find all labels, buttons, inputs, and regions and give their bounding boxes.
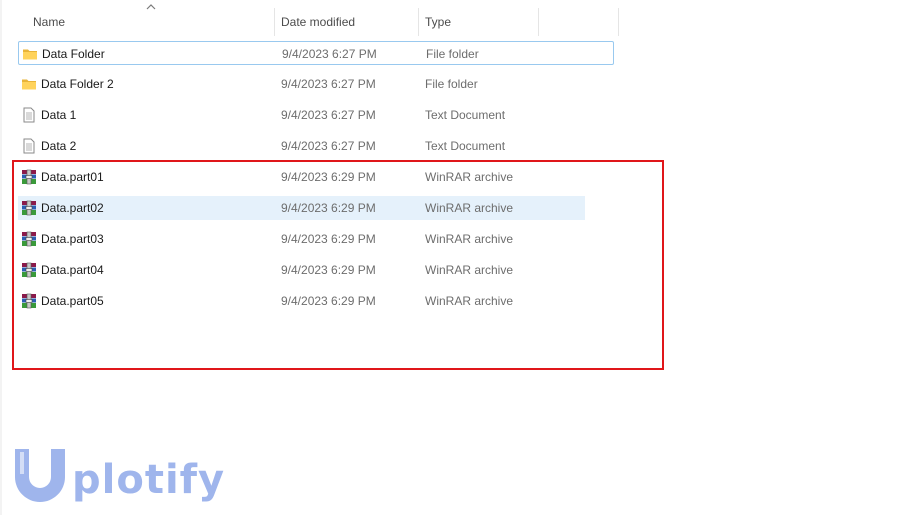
file-row-data-folder[interactable]: Data Folder 9/4/2023 6:27 PM File folder bbox=[18, 41, 614, 65]
file-date-modified: 9/4/2023 6:27 PM bbox=[282, 47, 377, 61]
watermark-logo: plotify bbox=[12, 446, 226, 503]
column-header-type[interactable]: Type bbox=[425, 8, 451, 36]
column-separator[interactable] bbox=[418, 8, 419, 36]
sort-ascending-icon bbox=[146, 4, 156, 10]
folder-icon bbox=[23, 49, 37, 60]
file-name: Data Folder bbox=[42, 47, 105, 61]
watermark-text: plotify bbox=[72, 457, 226, 503]
file-type: File folder bbox=[426, 47, 479, 61]
file-type: Text Document bbox=[425, 108, 506, 122]
file-row-data-1[interactable]: Data 1 9/4/2023 6:27 PM Text Document bbox=[18, 103, 614, 127]
folder-icon bbox=[22, 79, 36, 90]
column-separator[interactable] bbox=[538, 8, 539, 36]
highlight-box bbox=[12, 160, 664, 370]
column-separator[interactable] bbox=[618, 8, 619, 36]
uplotify-u-logo-icon bbox=[15, 449, 65, 502]
text-document-icon bbox=[23, 138, 35, 154]
file-row-data-2[interactable]: Data 2 9/4/2023 6:27 PM Text Document bbox=[18, 134, 614, 158]
file-type: Text Document bbox=[425, 139, 506, 153]
file-date-modified: 9/4/2023 6:27 PM bbox=[281, 108, 376, 122]
column-header-date-modified[interactable]: Date modified bbox=[281, 8, 355, 36]
file-date-modified: 9/4/2023 6:27 PM bbox=[281, 77, 376, 91]
text-document-icon bbox=[23, 107, 35, 123]
file-name: Data Folder 2 bbox=[41, 77, 114, 91]
column-header-name[interactable]: Name bbox=[33, 8, 65, 36]
column-separator[interactable] bbox=[274, 8, 275, 36]
window-left-edge bbox=[0, 0, 2, 515]
file-row-data-folder-2[interactable]: Data Folder 2 9/4/2023 6:27 PM File fold… bbox=[18, 72, 614, 96]
file-date-modified: 9/4/2023 6:27 PM bbox=[281, 139, 376, 153]
file-name: Data 2 bbox=[41, 139, 77, 153]
file-type: File folder bbox=[425, 77, 478, 91]
file-name: Data 1 bbox=[41, 108, 77, 122]
